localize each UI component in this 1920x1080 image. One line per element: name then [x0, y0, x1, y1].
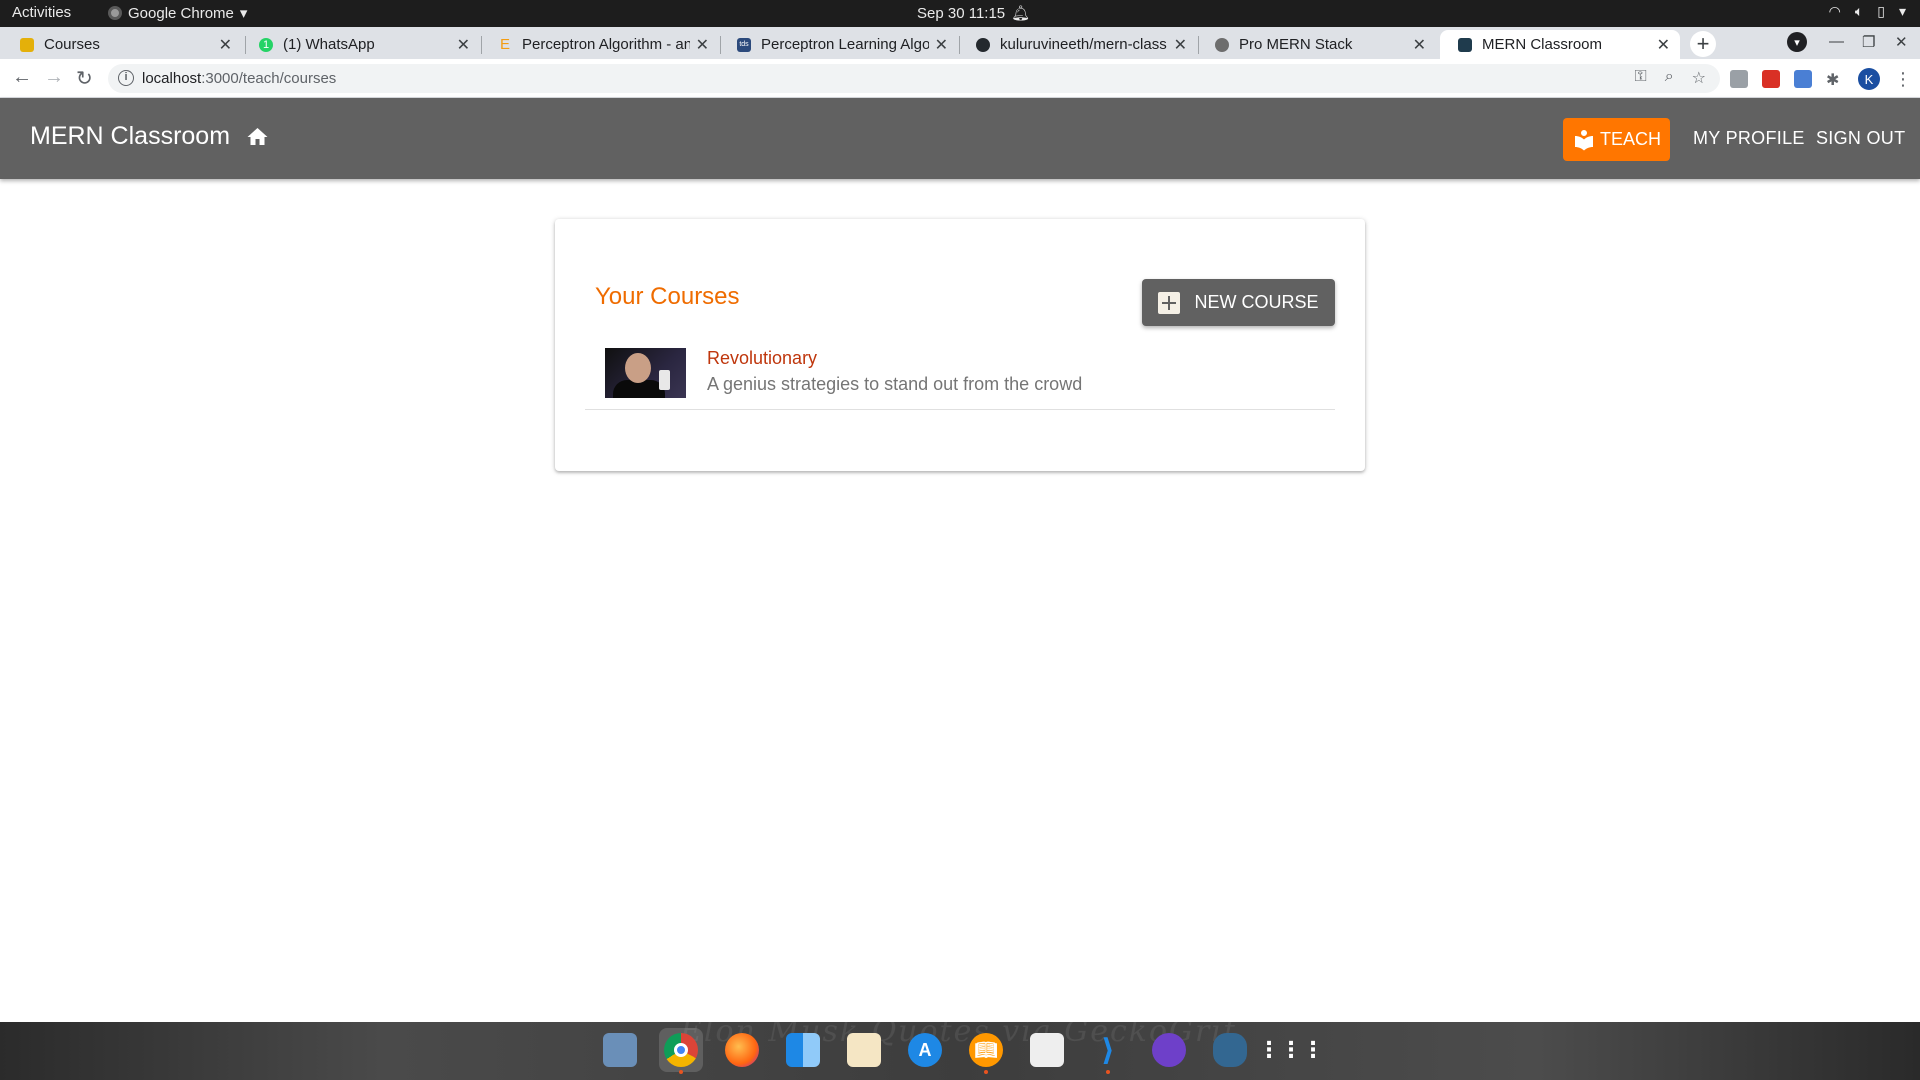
new-course-label: NEW COURSE	[1194, 292, 1319, 312]
system-top-bar: Activities Google Chrome ▾ Sep 30 11:15 …	[0, 0, 1920, 27]
close-tab-icon[interactable]: ✕	[1657, 35, 1670, 55]
tab-title: Pro MERN Stack	[1239, 36, 1353, 53]
course-list-item[interactable]: Revolutionary A genius strategies to sta…	[585, 339, 1335, 410]
courses-card: Your Courses NEW COURSE Revolutionary A …	[555, 219, 1365, 471]
notification-bell-icon: 🔔︎	[1011, 5, 1031, 22]
wifi-icon: ◠	[1828, 3, 1841, 19]
browser-toolbar: ← → ↻ i localhost:3000/teach/courses ⚿ ⌕…	[0, 59, 1920, 98]
tds-favicon-icon: tds	[737, 37, 751, 52]
forward-arrow-icon[interactable]: →	[44, 66, 64, 89]
system-menu-caret-icon: ▾	[1898, 3, 1906, 19]
tab-search-button[interactable]: ▾	[1787, 32, 1807, 52]
plus-icon: +	[1696, 31, 1710, 56]
tab-title: MERN Classroom	[1482, 36, 1603, 53]
add-box-icon	[1158, 291, 1181, 314]
close-tab-icon[interactable]: ✕	[457, 35, 470, 55]
preview-app-icon[interactable]	[598, 1028, 642, 1072]
globe-favicon-icon	[1215, 37, 1229, 52]
tab-perceptron-algorithm[interactable]: E Perceptron Algorithm - an ✕	[480, 30, 719, 59]
system-tray[interactable]: ◠ 🔈︎ ▯ ▾	[1829, 3, 1906, 20]
course-name[interactable]: Revolutionary	[707, 348, 817, 369]
teach-label: TEACH	[1599, 129, 1661, 149]
close-tab-icon[interactable]: ✕	[1413, 35, 1426, 55]
url-text[interactable]: localhost:3000/teach/courses	[142, 70, 336, 87]
course-description: A genius strategies to stand out from th…	[707, 374, 1083, 394]
battery-icon: ▯	[1877, 3, 1885, 19]
app-menu-label: Google Chrome	[128, 4, 234, 22]
volume-icon: 🔈︎	[1854, 3, 1864, 19]
reload-icon[interactable]: ↻	[76, 66, 93, 91]
restore-button[interactable]: ❐	[1862, 33, 1875, 51]
sign-out-link[interactable]: SIGN OUT	[1816, 128, 1905, 149]
blue-extension-icon[interactable]	[1794, 70, 1812, 88]
more-menu-icon[interactable]: ⋮	[1894, 69, 1912, 90]
key-icon[interactable]: ⚿	[1635, 68, 1647, 88]
close-tab-icon[interactable]: ✕	[696, 35, 709, 55]
activities-button[interactable]: Activities	[12, 4, 71, 21]
camera-extension-icon[interactable]	[1730, 70, 1748, 88]
tab-github-mern-class[interactable]: kuluruvineeth/mern-class ✕	[958, 30, 1197, 59]
books-app-icon[interactable]: 📖︎	[964, 1028, 1008, 1074]
url-path: :3000/teach/courses	[201, 70, 337, 87]
new-tab-button[interactable]: +	[1690, 31, 1716, 57]
courses-favicon-icon	[20, 37, 34, 52]
red-extension-icon[interactable]	[1762, 70, 1780, 88]
address-bar[interactable]: i localhost:3000/teach/courses ⚿ ⌕ ☆	[108, 64, 1720, 93]
app-menu[interactable]: Google Chrome ▾	[108, 4, 247, 22]
dock: Elon Musk Quotes via GeckoGrif A 📖︎ ⟩ ⋮⋮…	[0, 1014, 1920, 1080]
app-store-icon[interactable]: A	[903, 1028, 947, 1072]
my-profile-link[interactable]: MY PROFILE	[1693, 128, 1805, 149]
close-tab-icon[interactable]: ✕	[935, 35, 948, 55]
chrome-app-icon[interactable]	[659, 1028, 703, 1074]
whatsapp-favicon-icon: 1	[259, 37, 273, 52]
notes-app-icon[interactable]	[1025, 1028, 1069, 1072]
app-grid-icon[interactable]: ⋮⋮⋮	[1258, 1028, 1324, 1072]
vscode-app-icon[interactable]: ⟩	[1086, 1028, 1130, 1074]
clock-text: Sep 30 11:15	[917, 4, 1006, 22]
e-favicon-icon: E	[499, 36, 510, 53]
caret-down-icon: ▾	[239, 5, 248, 22]
course-thumbnail	[605, 348, 686, 398]
tab-whatsapp[interactable]: 1 (1) WhatsApp ✕	[241, 30, 480, 59]
github-app-icon[interactable]	[1147, 1028, 1191, 1072]
tab-perceptron-learning[interactable]: tds Perceptron Learning Algo ✕	[719, 30, 958, 59]
textedit-app-icon[interactable]	[842, 1028, 886, 1072]
close-tab-icon[interactable]: ✕	[1174, 35, 1187, 55]
chrome-icon	[108, 6, 122, 20]
app-title: MERN Classroom	[30, 122, 231, 150]
zoom-icon[interactable]: ⌕	[1665, 68, 1674, 88]
new-course-button[interactable]: NEW COURSE	[1142, 279, 1335, 326]
clock[interactable]: Sep 30 11:15 🔔︎	[917, 4, 1031, 23]
site-info-icon[interactable]: i	[118, 70, 134, 86]
close-tab-icon[interactable]: ✕	[219, 35, 232, 55]
book-icon	[1574, 129, 1593, 150]
react-favicon-icon	[1458, 37, 1472, 52]
minimize-button[interactable]: —	[1829, 33, 1844, 50]
bookmark-star-icon[interactable]: ☆	[1692, 68, 1706, 88]
tab-title: Perceptron Learning Algo	[761, 36, 929, 53]
tab-strip: Courses ✕ 1 (1) WhatsApp ✕ E Perceptron …	[0, 27, 1920, 59]
card-title: Your Courses	[595, 283, 740, 310]
profile-avatar[interactable]: K	[1858, 68, 1880, 90]
tab-mern-classroom[interactable]: MERN Classroom ✕	[1440, 30, 1680, 59]
puzzle-extensions-icon[interactable]: ✱	[1826, 70, 1844, 89]
firefox-app-icon[interactable]	[720, 1028, 764, 1072]
tab-title: Perceptron Algorithm - an	[522, 36, 690, 53]
finder-app-icon[interactable]	[781, 1028, 825, 1072]
tab-title: Courses	[44, 36, 100, 53]
back-arrow-icon[interactable]: ←	[12, 66, 32, 89]
teach-button[interactable]: TEACH	[1563, 118, 1670, 161]
url-host: localhost	[142, 70, 202, 87]
tab-pro-mern-stack[interactable]: Pro MERN Stack ✕	[1197, 30, 1436, 59]
tab-title: kuluruvineeth/mern-class	[1000, 36, 1167, 53]
home-icon[interactable]	[245, 125, 270, 154]
github-favicon-icon	[976, 37, 990, 52]
postgres-app-icon[interactable]	[1208, 1028, 1252, 1072]
close-window-button[interactable]: ✕	[1895, 33, 1908, 51]
tab-courses[interactable]: Courses ✕	[2, 30, 242, 59]
tab-title: (1) WhatsApp	[283, 36, 375, 53]
app-bar: MERN Classroom TEACH MY PROFILE SIGN OUT	[0, 98, 1920, 179]
